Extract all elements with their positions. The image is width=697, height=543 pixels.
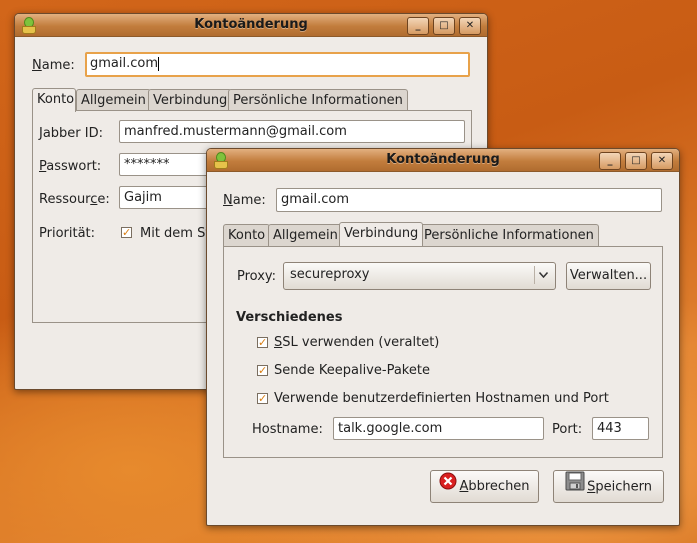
proxy-label: Proxy: [237,269,277,284]
tab-verbindung[interactable]: Verbindung [339,222,424,246]
keepalive-checkbox-label: Sende Keepalive-Pakete [274,363,430,378]
section-title-verschiedenes: Verschiedenes [236,310,343,325]
front-window: Kontoänderung _ □ ✕ Name: gmail.com Kont… [206,148,680,526]
name-label: Name: [32,58,75,73]
manage-proxies-button[interactable]: Verwalten... [566,262,651,290]
front-window-titlebar[interactable]: Kontoänderung _ □ ✕ [207,149,679,172]
close-icon[interactable]: ✕ [459,17,481,35]
maximize-icon[interactable]: □ [433,17,455,35]
ssl-checkbox[interactable]: ✓ [257,337,268,348]
priority-checkbox-label: Mit dem St [140,226,211,241]
cancel-button[interactable]: Abbrechen [430,470,539,503]
name-label: Name: [223,193,266,208]
tab-allgemein[interactable]: Allgemein [76,89,151,111]
priority-checkbox[interactable]: ✓ [121,227,132,238]
name-input[interactable]: gmail.com [85,52,470,77]
password-label: Passwort: [39,159,102,174]
tab-allgemein[interactable]: Allgemein [268,224,343,246]
jabber-id-label: Jabber ID: [39,126,104,141]
verbindung-panel: Proxy: secureproxy Verwalten... Verschie… [223,246,663,458]
resource-label: Ressource: [39,192,110,207]
tab-persoenliche-informationen[interactable]: Persönliche Informationen [228,89,408,111]
name-input[interactable]: gmail.com [276,188,662,212]
back-window-titlebar[interactable]: Kontoänderung _ □ ✕ [15,14,487,37]
maximize-icon[interactable]: □ [625,152,647,170]
jabber-id-input[interactable]: manfred.mustermann@gmail.com [119,120,465,143]
minimize-icon[interactable]: _ [599,152,621,170]
tab-persoenliche-informationen[interactable]: Persönliche Informationen [419,224,599,246]
text-caret [158,56,160,71]
chevron-down-icon [534,266,551,284]
custom-host-checkbox[interactable]: ✓ [257,393,268,404]
cancel-icon [439,471,457,502]
tab-konto[interactable]: Konto [32,88,76,112]
floppy-disk-icon [565,471,585,503]
save-button[interactable]: Speichern [553,470,664,503]
port-input[interactable]: 443 [592,417,649,440]
hostname-label: Hostname: [252,422,323,437]
minimize-icon[interactable]: _ [407,17,429,35]
custom-host-checkbox-label: Verwende benutzerdefinierten Hostnamen u… [274,391,609,406]
tab-konto[interactable]: Konto [223,224,271,246]
ssl-checkbox-label: SSL verwenden (veraltet) [274,335,440,350]
keepalive-checkbox[interactable]: ✓ [257,365,268,376]
hostname-input[interactable]: talk.google.com [333,417,544,440]
proxy-selected-value: secureproxy [290,267,370,282]
proxy-dropdown[interactable]: secureproxy [283,262,556,290]
priority-label: Priorität: [39,226,96,241]
tab-verbindung[interactable]: Verbindung [148,89,233,111]
port-label: Port: [552,422,583,437]
close-icon[interactable]: ✕ [651,152,673,170]
